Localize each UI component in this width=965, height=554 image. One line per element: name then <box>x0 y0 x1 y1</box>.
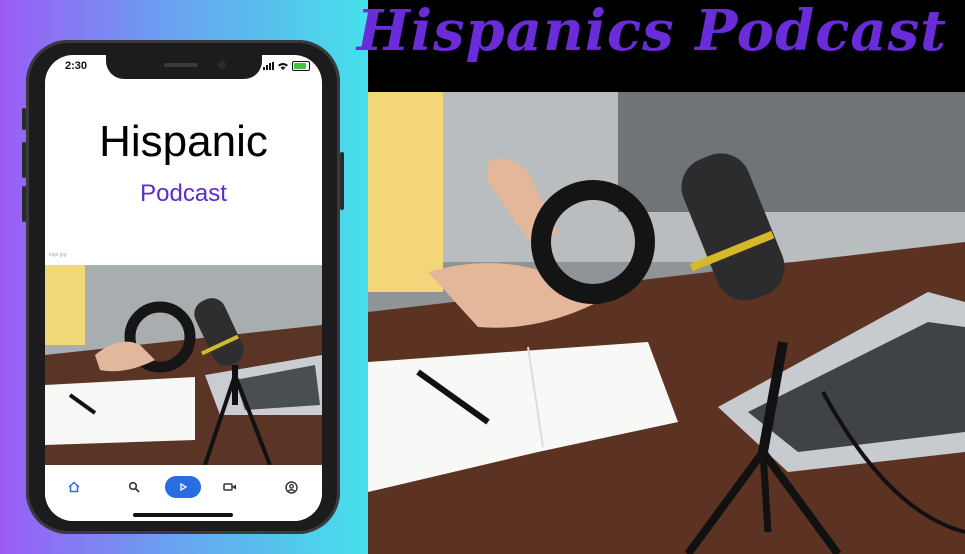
app-title: Hispanic <box>99 117 268 166</box>
account-icon <box>284 480 298 494</box>
status-time: 2:30 <box>65 60 88 72</box>
image-caption: logo.jpg <box>49 252 67 258</box>
front-camera <box>218 61 226 69</box>
home-icon <box>68 481 80 493</box>
play-icon <box>180 482 188 492</box>
podcast-hero-image <box>368 92 965 554</box>
speaker-grille <box>164 63 198 67</box>
phone-screen: 2:30 Hispanic Podcast logo.jpg <box>45 55 322 521</box>
phone-volume-down <box>22 186 26 222</box>
video-icon <box>223 483 236 491</box>
phone-power-button <box>340 152 344 210</box>
status-icons <box>263 61 310 71</box>
search-icon <box>128 481 140 493</box>
nav-search[interactable] <box>119 476 149 498</box>
signal-icon <box>263 62 274 70</box>
nav-video[interactable] <box>215 476 245 498</box>
phone-notch <box>106 55 262 79</box>
app-subtitle: Podcast <box>140 180 227 207</box>
podcast-image <box>45 265 322 465</box>
banner-title: Hispanics Podcast <box>356 0 947 64</box>
nav-account[interactable] <box>276 476 306 498</box>
nav-play[interactable] <box>165 476 201 498</box>
home-indicator <box>133 513 233 517</box>
nav-home[interactable] <box>59 476 89 498</box>
banner-header: Hispanics Podcast <box>357 0 965 92</box>
phone-volume-up <box>22 142 26 178</box>
phone-side-button <box>22 108 26 130</box>
wifi-icon <box>278 63 288 70</box>
battery-icon <box>292 61 310 71</box>
